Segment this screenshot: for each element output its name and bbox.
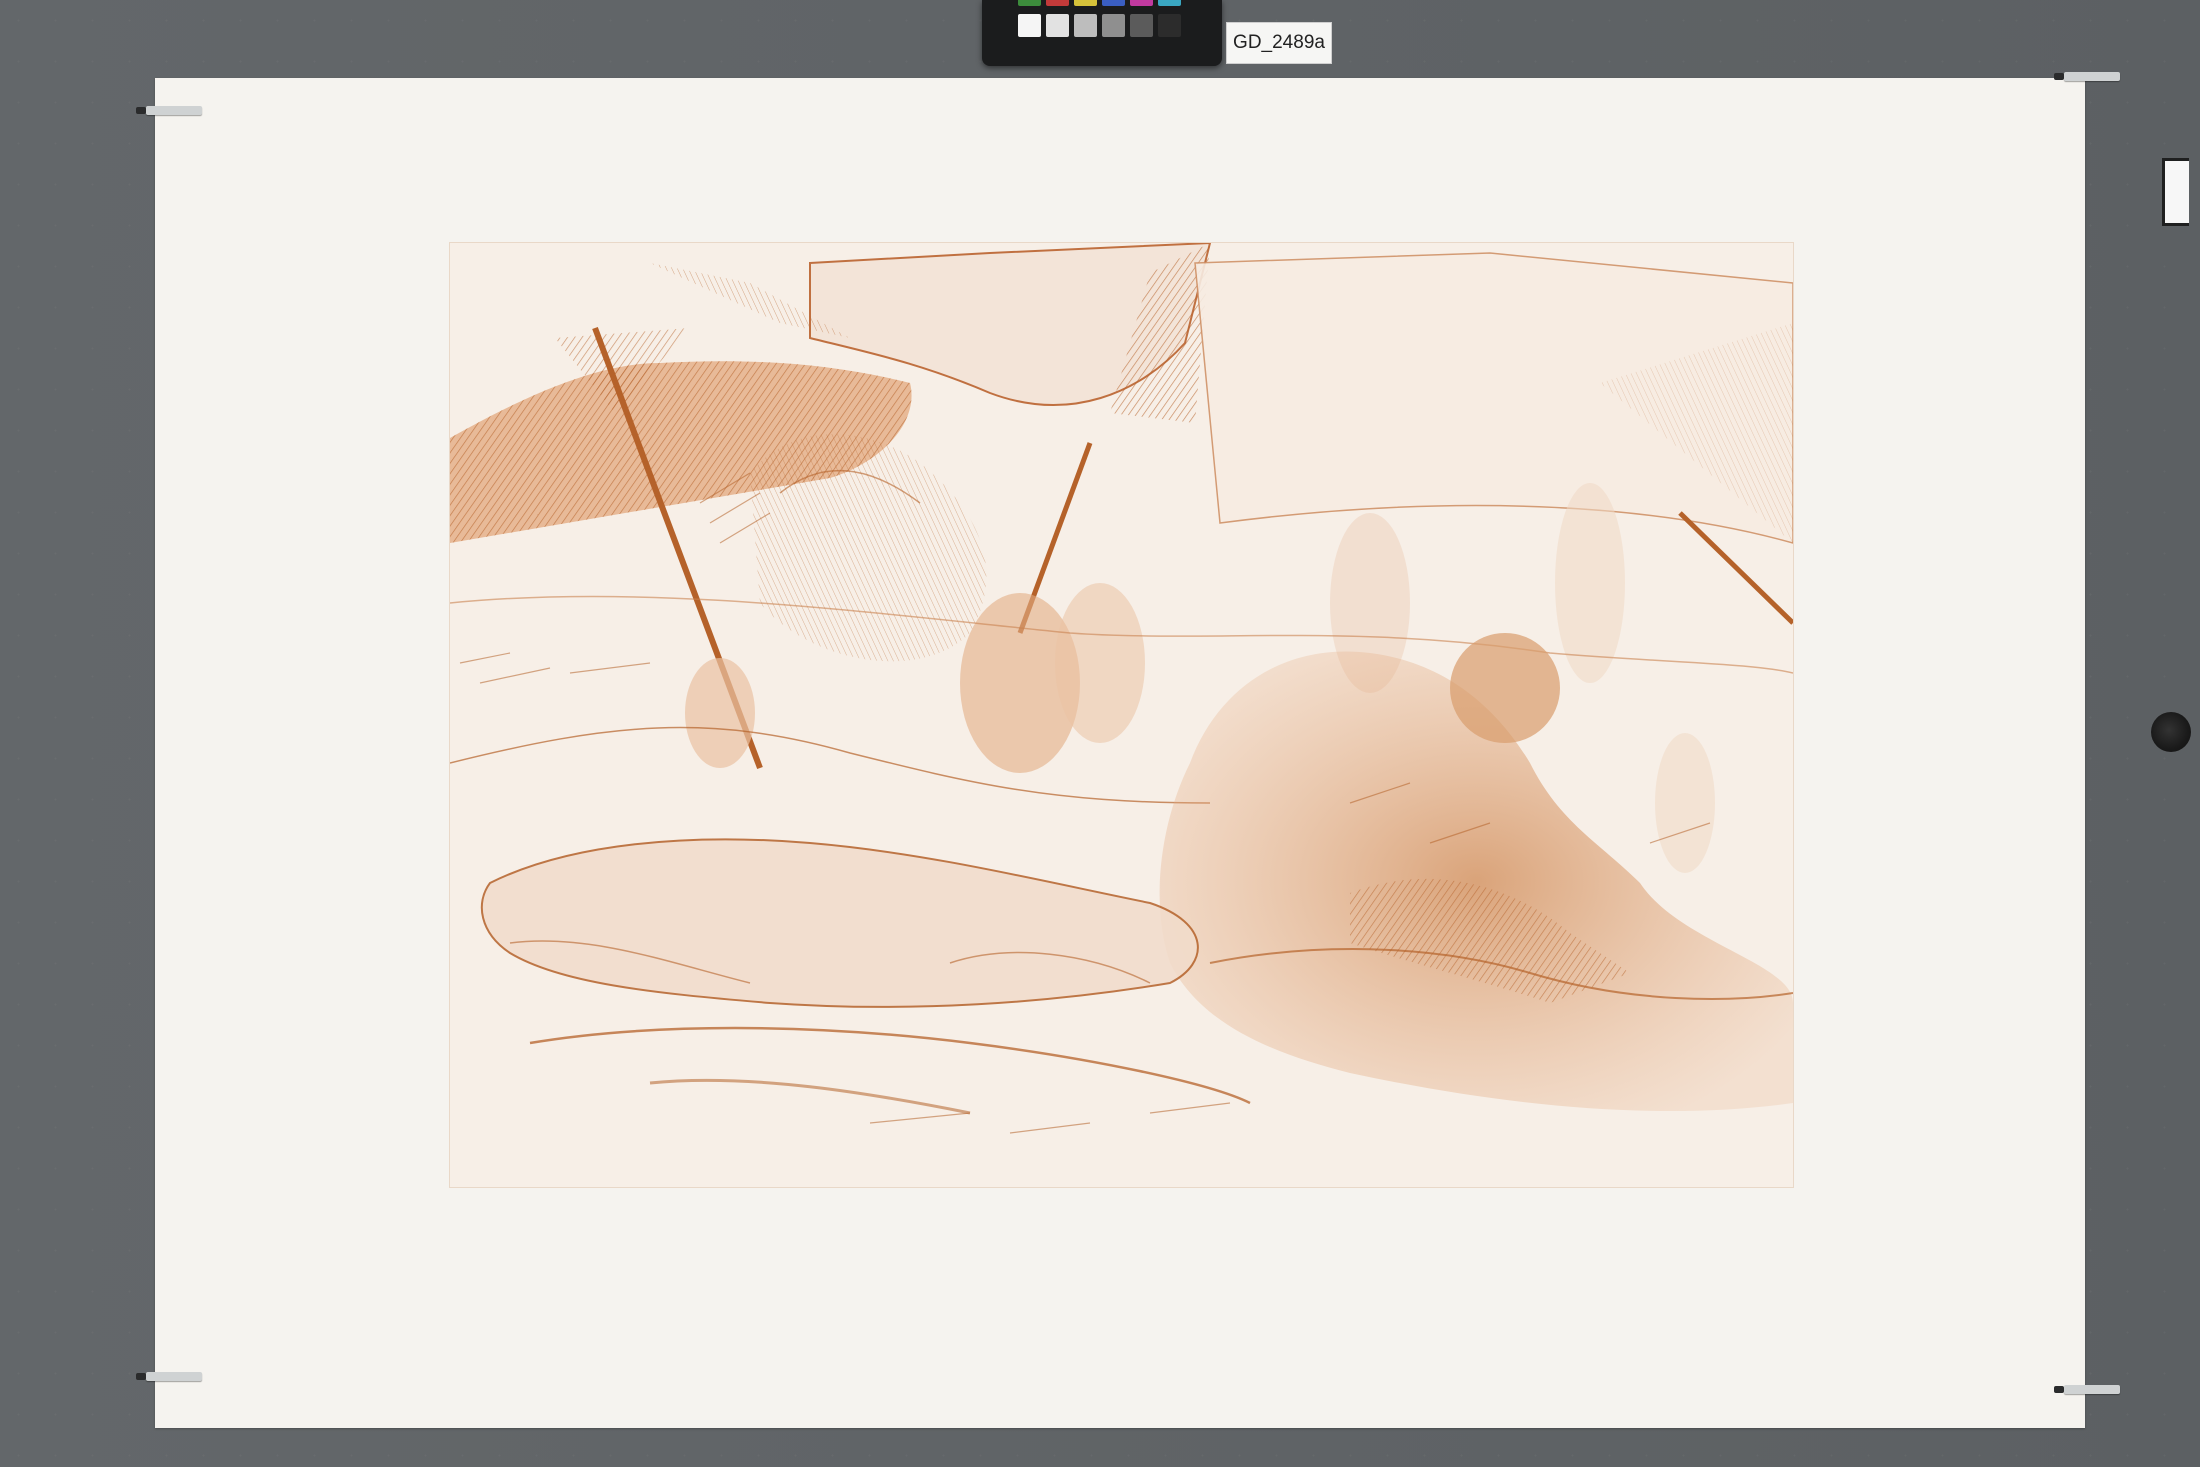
figure bbox=[1555, 483, 1625, 683]
figure bbox=[1055, 583, 1145, 743]
color-swatch bbox=[1046, 0, 1069, 6]
color-swatch bbox=[1158, 14, 1181, 37]
color-swatch bbox=[1018, 0, 1041, 6]
bush bbox=[750, 434, 987, 662]
specimen-id-label: GD_2489a bbox=[1226, 22, 1332, 64]
color-swatch bbox=[1130, 0, 1153, 6]
color-swatch bbox=[1102, 14, 1125, 37]
color-checker-card bbox=[982, 0, 1222, 66]
color-swatch bbox=[1130, 14, 1153, 37]
color-swatch bbox=[1102, 0, 1125, 6]
mounting-tab bbox=[136, 106, 202, 115]
color-swatch bbox=[1158, 0, 1181, 6]
etching-plate-impression bbox=[449, 242, 1794, 1188]
figure bbox=[1655, 733, 1715, 873]
etching-image bbox=[450, 243, 1793, 1134]
color-swatch bbox=[1046, 14, 1069, 37]
mounting-tab bbox=[2054, 1385, 2120, 1394]
color-swatch bbox=[1018, 14, 1041, 37]
mounting-tab bbox=[2054, 72, 2120, 81]
color-swatch bbox=[1074, 0, 1097, 6]
figure-head bbox=[1450, 633, 1560, 743]
metal-clip bbox=[2162, 158, 2189, 226]
draped-cloth bbox=[480, 838, 1199, 1008]
mounting-tab bbox=[136, 1372, 202, 1381]
color-swatch bbox=[1074, 14, 1097, 37]
board-bolt bbox=[2151, 712, 2191, 752]
figure bbox=[685, 658, 755, 768]
